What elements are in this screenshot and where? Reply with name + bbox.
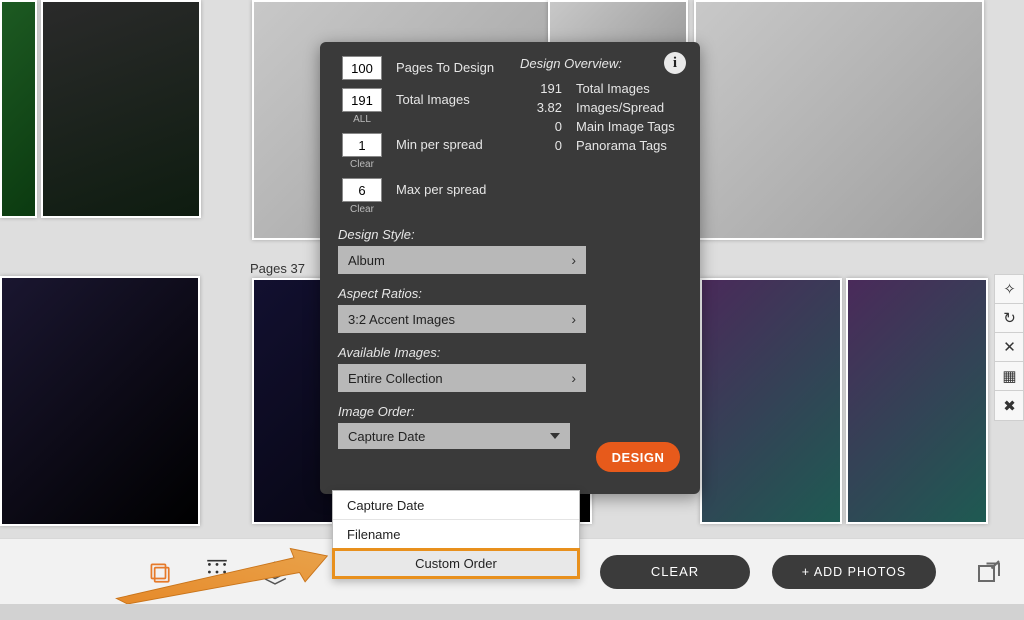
pages-to-design-input[interactable]: 100 bbox=[342, 56, 382, 80]
image-order-option-capture-date[interactable]: Capture Date bbox=[333, 491, 579, 520]
ov-images-spread-num: 3.82 bbox=[520, 100, 562, 115]
image-order-dropdown: Capture Date Filename Custom Order bbox=[332, 490, 580, 579]
chevron-right-icon: › bbox=[571, 311, 576, 327]
thumbnail[interactable] bbox=[694, 0, 984, 240]
tool-grid-icon[interactable]: ▦ bbox=[995, 362, 1024, 391]
expand-icon[interactable] bbox=[974, 556, 1006, 588]
grid-dots-icon[interactable] bbox=[202, 557, 232, 587]
thumbnail[interactable] bbox=[846, 278, 988, 524]
add-photos-button-label: + ADD PHOTOS bbox=[802, 565, 907, 579]
max-per-spread-clear-link[interactable]: Clear bbox=[350, 204, 374, 215]
image-order-select[interactable]: Capture Date bbox=[338, 423, 570, 449]
design-style-label: Design Style: bbox=[338, 227, 682, 242]
image-order-label: Image Order: bbox=[338, 404, 682, 419]
footer-bar bbox=[0, 604, 1024, 620]
pages-label: Pages 37 bbox=[250, 261, 305, 276]
pages-to-design-label: Pages To Design bbox=[396, 56, 494, 80]
layers-icon[interactable] bbox=[260, 557, 290, 587]
ov-total-images-text: Total Images bbox=[576, 81, 650, 96]
add-photos-button[interactable]: + ADD PHOTOS bbox=[772, 555, 936, 589]
design-style-value: Album bbox=[348, 253, 385, 268]
thumbnail[interactable] bbox=[0, 0, 37, 218]
ov-panorama-num: 0 bbox=[520, 138, 562, 153]
chevron-right-icon: › bbox=[571, 252, 576, 268]
min-per-spread-clear-link[interactable]: Clear bbox=[350, 159, 374, 170]
available-images-select[interactable]: Entire Collection › bbox=[338, 364, 586, 392]
thumbnail[interactable] bbox=[700, 278, 842, 524]
design-button-label: DESIGN bbox=[612, 450, 665, 465]
chevron-right-icon: › bbox=[571, 370, 576, 386]
ov-panorama-text: Panorama Tags bbox=[576, 138, 667, 153]
thumbnail[interactable] bbox=[548, 0, 688, 44]
photos-stack-icon[interactable] bbox=[144, 557, 174, 587]
thumbnail[interactable] bbox=[41, 0, 201, 218]
image-order-option-filename[interactable]: Filename bbox=[333, 520, 579, 549]
clear-button-label: CLEAR bbox=[651, 564, 699, 579]
max-per-spread-input[interactable]: 6 bbox=[342, 178, 382, 202]
ov-main-tags-num: 0 bbox=[520, 119, 562, 134]
ov-main-tags-text: Main Image Tags bbox=[576, 119, 675, 134]
thumbnail[interactable] bbox=[0, 276, 200, 526]
tool-shuffle-icon[interactable]: ✕ bbox=[995, 333, 1024, 362]
design-style-select[interactable]: Album › bbox=[338, 246, 586, 274]
image-order-value: Capture Date bbox=[348, 429, 425, 444]
design-popover: i 100 Pages To Design 191 ALL Total Imag… bbox=[320, 42, 700, 494]
min-per-spread-input[interactable]: 1 bbox=[342, 133, 382, 157]
caret-down-icon bbox=[550, 433, 560, 439]
image-order-option-custom-order[interactable]: Custom Order bbox=[333, 549, 579, 578]
available-images-value: Entire Collection bbox=[348, 371, 443, 386]
total-images-all-link[interactable]: ALL bbox=[353, 114, 371, 125]
ov-total-images-num: 191 bbox=[520, 81, 562, 96]
min-per-spread-label: Min per spread bbox=[396, 133, 483, 157]
right-tool-strip: ✧ ↻ ✕ ▦ ✖ bbox=[994, 274, 1024, 421]
clear-button[interactable]: CLEAR bbox=[600, 555, 750, 589]
total-images-label: Total Images bbox=[396, 88, 470, 112]
aspect-ratios-value: 3:2 Accent Images bbox=[348, 312, 455, 327]
design-overview: Design Overview: 191 Total Images 3.82 Ima… bbox=[520, 56, 680, 157]
design-overview-title: Design Overview: bbox=[520, 56, 680, 71]
aspect-ratios-select[interactable]: 3:2 Accent Images › bbox=[338, 305, 586, 333]
total-images-input[interactable]: 191 bbox=[342, 88, 382, 112]
ov-images-spread-text: Images/Spread bbox=[576, 100, 664, 115]
tool-align-icon[interactable]: ✧ bbox=[995, 275, 1024, 304]
available-images-label: Available Images: bbox=[338, 345, 682, 360]
aspect-ratios-label: Aspect Ratios: bbox=[338, 286, 682, 301]
design-button[interactable]: DESIGN bbox=[596, 442, 680, 472]
tool-close-icon[interactable]: ✖ bbox=[995, 391, 1024, 420]
app-canvas: Pages 37 ✧ ↻ ✕ ▦ ✖ i 100 Pages To Design… bbox=[0, 0, 1024, 620]
tool-rotate-icon[interactable]: ↻ bbox=[995, 304, 1024, 333]
max-per-spread-label: Max per spread bbox=[396, 178, 486, 202]
